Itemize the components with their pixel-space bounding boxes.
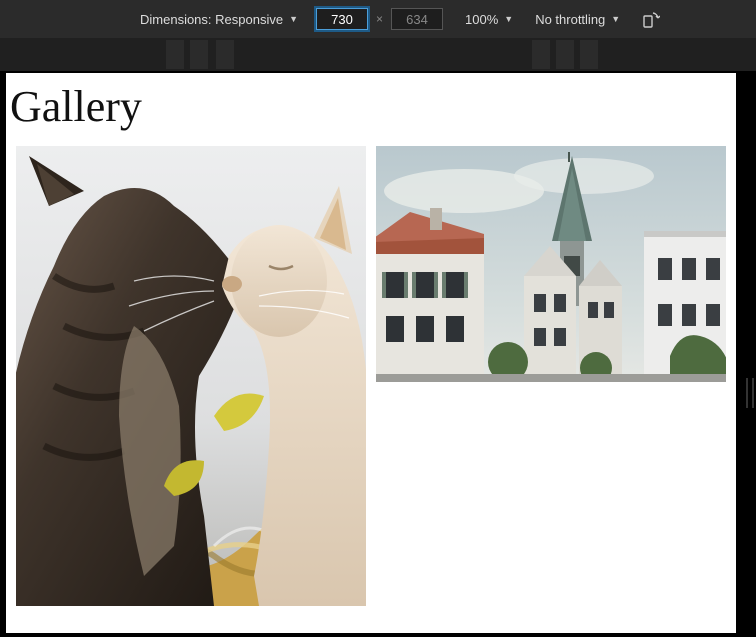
breakpoint-marker[interactable] [166, 40, 184, 69]
gallery-grid [6, 142, 736, 610]
chevron-down-icon: ▼ [504, 14, 513, 24]
dimensions-picker[interactable]: Dimensions: Responsive ▼ [140, 12, 298, 27]
rotate-icon[interactable] [642, 10, 660, 28]
device-toolbar: Dimensions: Responsive ▼ × 100% ▼ No thr… [0, 0, 756, 38]
chevron-down-icon: ▼ [289, 14, 298, 24]
zoom-label: 100% [465, 12, 498, 27]
page-viewport: Gallery [6, 73, 736, 633]
chevron-down-icon: ▼ [611, 14, 620, 24]
width-input[interactable] [316, 8, 368, 30]
zoom-picker[interactable]: 100% ▼ [465, 12, 513, 27]
breakpoint-marker[interactable] [216, 40, 234, 69]
breakpoints-bar [0, 38, 756, 71]
throttling-picker[interactable]: No throttling ▼ [535, 12, 620, 27]
page-title: Gallery [10, 81, 732, 132]
breakpoint-marker[interactable] [532, 40, 550, 69]
size-inputs: × [316, 8, 443, 30]
times-separator: × [372, 12, 387, 26]
breakpoint-marker[interactable] [580, 40, 598, 69]
gallery-image-cats[interactable] [16, 146, 366, 606]
breakpoint-marker[interactable] [190, 40, 208, 69]
throttling-label: No throttling [535, 12, 605, 27]
dimensions-label: Dimensions: Responsive [140, 12, 283, 27]
breakpoint-marker[interactable] [556, 40, 574, 69]
height-input[interactable] [391, 8, 443, 30]
gallery-image-town[interactable] [376, 146, 726, 382]
resize-handle-icon[interactable] [746, 378, 754, 408]
